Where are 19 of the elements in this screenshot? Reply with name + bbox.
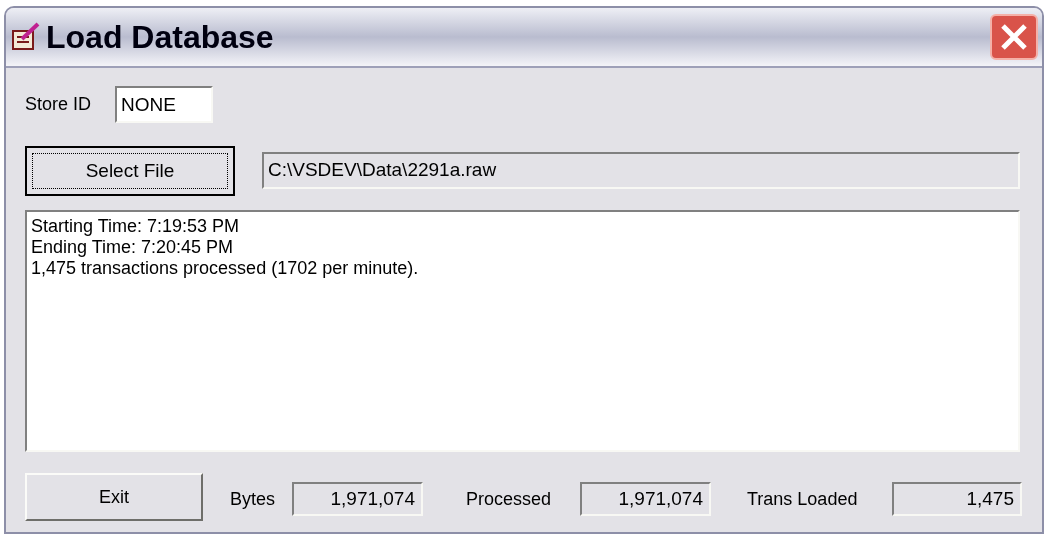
window-title: Load Database [46,21,274,53]
log-line: Starting Time: 7:19:53 PM [31,216,240,237]
close-icon [999,22,1029,52]
close-button[interactable] [990,14,1038,60]
counter-label: Trans Loaded [747,488,858,511]
store-id-field[interactable]: NONE [115,86,214,123]
counter-label: Bytes [230,488,276,511]
counter-field: 1,971,074 [580,482,711,516]
notepad-pencil-icon [10,21,42,53]
counter-label: Processed [466,488,552,511]
file-path-field: C:\VSDEV\Data\2291a.raw [262,152,1020,189]
log-line: 1,475 transactions processed (1702 per minute). [31,258,419,279]
log-line: Ending Time: 7:20:45 PM [31,237,234,258]
select-file-button[interactable]: Select File [25,146,235,196]
counter-field: 1,971,074 [292,482,423,516]
exit-button[interactable]: Exit [25,473,203,521]
log-textarea[interactable]: Starting Time: 7:19:53 PM Ending Time: 7:20:45 PM 1,475 transactions processed (1702 per minute). [25,210,1020,452]
store-id-label: Store ID [25,93,92,116]
counter-field: 1,475 [892,482,1022,516]
